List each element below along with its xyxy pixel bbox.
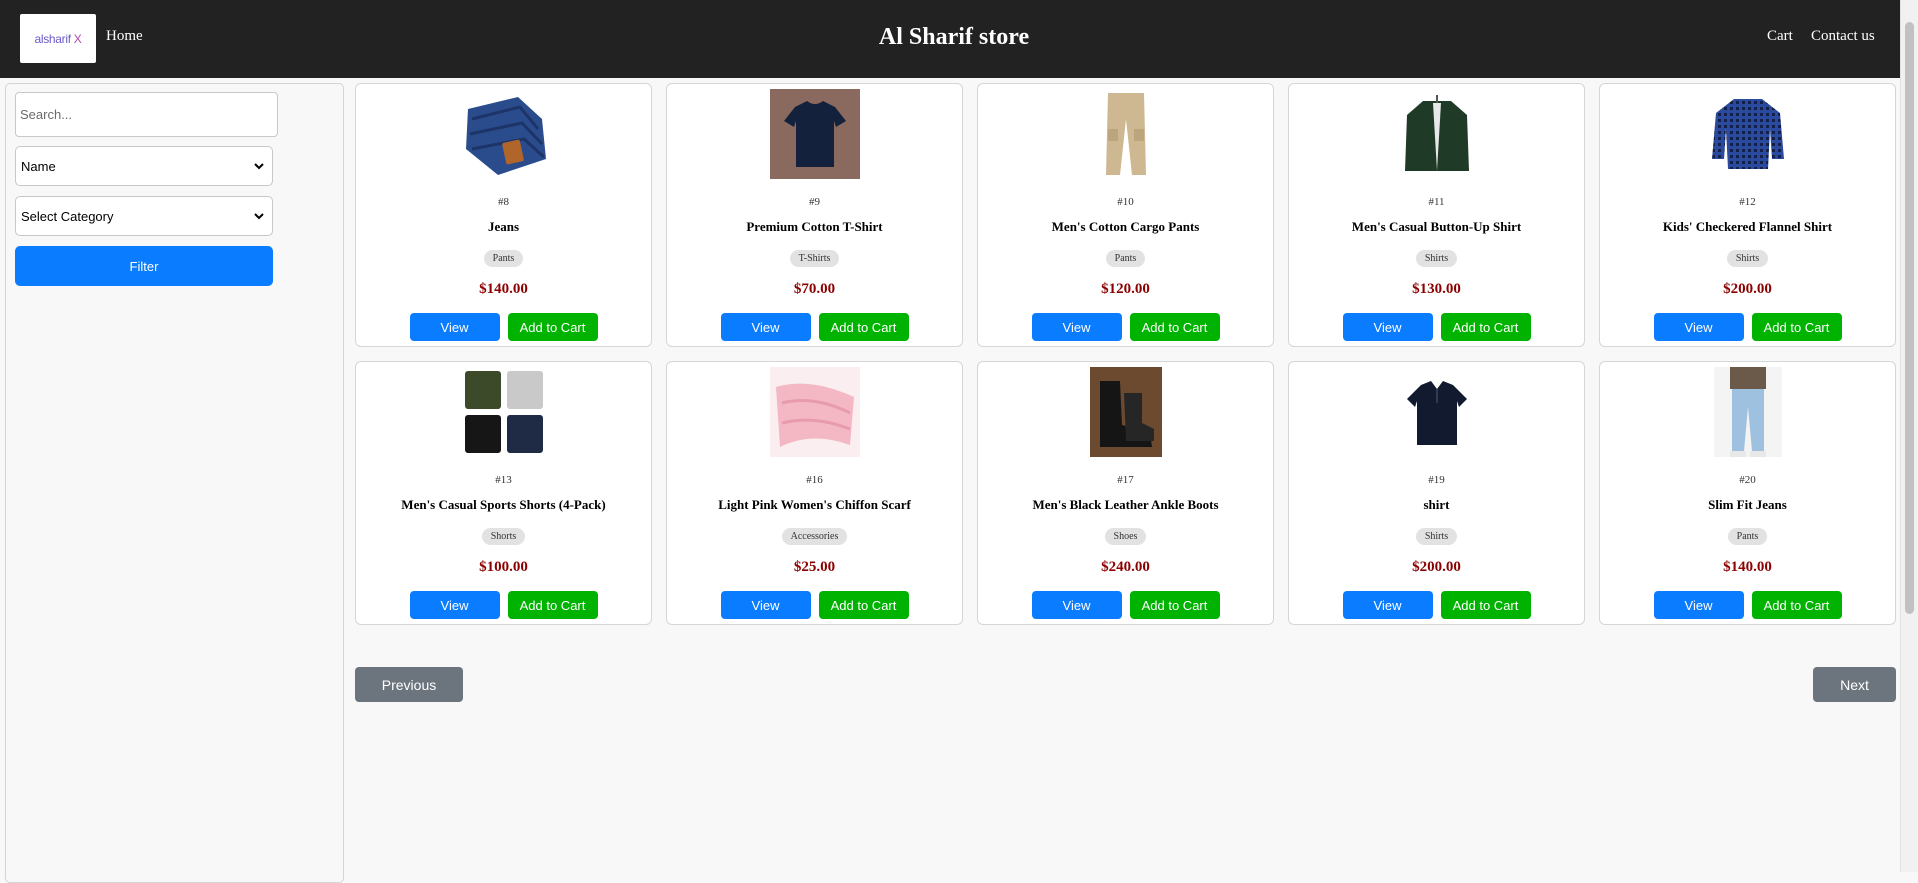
product-price: $200.00 <box>1412 559 1461 575</box>
product-image-button-shirt[interactable] <box>1289 89 1584 179</box>
product-price: $70.00 <box>793 281 836 297</box>
sort-select[interactable]: Name <box>15 146 273 186</box>
product-image-cargo-pants[interactable] <box>978 89 1273 179</box>
product-card: #16 Light Pink Women's Chiffon Scarf Acc… <box>666 361 963 625</box>
product-id: #9 <box>809 196 820 208</box>
product-id: #10 <box>1117 196 1134 208</box>
product-name: Slim Fit Jeans <box>1708 497 1787 512</box>
product-card: #11 Men's Casual Button-Up Shirt Shirts … <box>1288 83 1585 347</box>
category-badge: Pants <box>1727 528 1768 545</box>
product-price: $240.00 <box>1101 559 1150 575</box>
product-image-flannel-shirt[interactable] <box>1600 89 1895 179</box>
nav-cart-link[interactable]: Cart <box>1767 28 1793 45</box>
product-id: #20 <box>1739 474 1756 486</box>
product-name: shirt <box>1423 497 1450 512</box>
category-badge: Pants <box>1105 250 1146 267</box>
add-to-cart-button[interactable]: Add to Cart <box>1129 313 1220 341</box>
view-button[interactable]: View <box>1342 313 1433 341</box>
view-button[interactable]: View <box>1342 591 1433 619</box>
nav-contact-link[interactable]: Contact us <box>1811 28 1875 45</box>
product-name: Kids' Checkered Flannel Shirt <box>1662 219 1833 234</box>
top-navbar: alsharif X Home Al Sharif store Cart Con… <box>0 0 1900 78</box>
product-price: $140.00 <box>1723 559 1772 575</box>
page-scrollbar[interactable] <box>1900 0 1918 872</box>
add-to-cart-button[interactable]: Add to Cart <box>507 313 598 341</box>
page-title: Al Sharif store <box>878 24 1030 50</box>
product-card: #9 Premium Cotton T-Shirt T-Shirts $70.0… <box>666 83 963 347</box>
filter-sidebar: Name Select Category Filter <box>5 83 344 883</box>
product-id: #8 <box>498 196 509 208</box>
product-price: $25.00 <box>793 559 836 575</box>
view-button[interactable]: View <box>1031 313 1122 341</box>
product-image-jeans[interactable] <box>356 89 651 179</box>
product-price: $200.00 <box>1723 281 1772 297</box>
product-name: Premium Cotton T-Shirt <box>746 219 883 234</box>
category-badge: Shirts <box>1415 250 1458 267</box>
product-id: #19 <box>1428 474 1445 486</box>
product-id: #17 <box>1117 474 1134 486</box>
add-to-cart-button[interactable]: Add to Cart <box>1440 591 1531 619</box>
product-id: #11 <box>1428 196 1445 208</box>
view-button[interactable]: View <box>1653 313 1744 341</box>
product-image-scarf[interactable] <box>667 367 962 457</box>
product-price: $140.00 <box>479 281 528 297</box>
product-card: #20 Slim Fit Jeans Pants $140.00 View Ad… <box>1599 361 1896 625</box>
next-page-button[interactable]: Next <box>1813 667 1896 702</box>
category-badge: Accessories <box>781 528 848 545</box>
category-badge: Shirts <box>1726 250 1769 267</box>
product-card: #10 Men's Cotton Cargo Pants Pants $120.… <box>977 83 1274 347</box>
product-name: Men's Cotton Cargo Pants <box>1051 219 1200 234</box>
scrollbar-thumb[interactable] <box>1905 22 1914 614</box>
product-name: Light Pink Women's Chiffon Scarf <box>718 497 911 512</box>
category-badge: Pants <box>483 250 524 267</box>
previous-page-button[interactable]: Previous <box>355 667 463 702</box>
category-badge: T-Shirts <box>789 250 840 267</box>
sort-select-value: Name <box>21 158 56 174</box>
category-select-value: Select Category <box>21 208 114 224</box>
add-to-cart-button[interactable]: Add to Cart <box>507 591 598 619</box>
add-to-cart-button[interactable]: Add to Cart <box>1751 313 1842 341</box>
view-button[interactable]: View <box>409 313 500 341</box>
product-card: #19 shirt Shirts $200.00 View Add to Car… <box>1288 361 1585 625</box>
product-image-boots[interactable] <box>978 367 1273 457</box>
add-to-cart-button[interactable]: Add to Cart <box>818 313 909 341</box>
view-button[interactable]: View <box>1653 591 1744 619</box>
search-input[interactable] <box>15 92 278 137</box>
product-name: Men's Black Leather Ankle Boots <box>1032 497 1219 512</box>
product-image-shorts-pack[interactable] <box>356 367 651 457</box>
product-card: #8 Jeans Pants $140.00 View Add to Cart <box>355 83 652 347</box>
product-image-tshirt[interactable] <box>667 89 962 179</box>
add-to-cart-button[interactable]: Add to Cart <box>818 591 909 619</box>
product-image-slim-jeans[interactable] <box>1600 367 1895 457</box>
add-to-cart-button[interactable]: Add to Cart <box>1440 313 1531 341</box>
product-price: $130.00 <box>1412 281 1461 297</box>
product-name: Men's Casual Sports Shorts (4-Pack) <box>401 497 606 512</box>
product-card: #13 Men's Casual Sports Shorts (4-Pack) … <box>355 361 652 625</box>
product-card: #17 Men's Black Leather Ankle Boots Shoe… <box>977 361 1274 625</box>
product-image-polo-shirt[interactable] <box>1289 367 1584 457</box>
add-to-cart-button[interactable]: Add to Cart <box>1129 591 1220 619</box>
product-name: Men's Casual Button-Up Shirt <box>1351 219 1522 234</box>
filter-button[interactable]: Filter <box>15 246 273 286</box>
product-price: $120.00 <box>1101 281 1150 297</box>
product-card: #12 Kids' Checkered Flannel Shirt Shirts… <box>1599 83 1896 347</box>
product-id: #16 <box>806 474 823 486</box>
view-button[interactable]: View <box>720 313 811 341</box>
chevron-down-icon <box>254 163 264 170</box>
add-to-cart-button[interactable]: Add to Cart <box>1751 591 1842 619</box>
product-name: Jeans <box>487 219 520 234</box>
product-id: #13 <box>495 474 512 486</box>
category-badge: Shorts <box>481 528 526 545</box>
category-select[interactable]: Select Category <box>15 196 273 236</box>
chevron-down-icon <box>254 213 264 220</box>
product-price: $100.00 <box>479 559 528 575</box>
view-button[interactable]: View <box>1031 591 1122 619</box>
product-id: #12 <box>1739 196 1756 208</box>
category-badge: Shirts <box>1415 528 1458 545</box>
view-button[interactable]: View <box>720 591 811 619</box>
view-button[interactable]: View <box>409 591 500 619</box>
category-badge: Shoes <box>1104 528 1147 545</box>
